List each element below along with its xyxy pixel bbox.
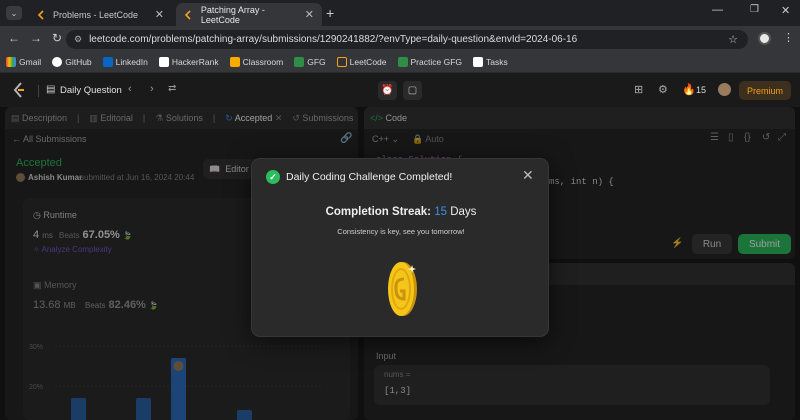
bookmark-github[interactable]: GitHub <box>52 57 92 67</box>
new-tab-button[interactable]: + <box>326 5 334 21</box>
site-info-icon[interactable]: ⚙ <box>74 34 82 45</box>
completion-modal: ✓ Daily Coding Challenge Completed! ✕ Co… <box>251 158 549 337</box>
bookmark-leetcode[interactable]: LeetCode <box>336 57 387 67</box>
streak-fire-icon[interactable]: 🔥 <box>682 83 696 96</box>
streak-value: 15 <box>434 206 448 218</box>
alarm-clock-icon[interactable]: ⏰ <box>378 81 397 100</box>
bookmark-linkedin[interactable]: LinkedIn <box>102 57 148 67</box>
bookmark-gmail[interactable]: Gmail <box>6 57 41 67</box>
forward-arrow-icon[interactable]: → <box>30 31 42 45</box>
streak-message: Consistency is key, see you tomorrow! <box>337 227 465 236</box>
user-avatar[interactable] <box>718 83 731 96</box>
premium-button[interactable]: Premium <box>739 81 791 100</box>
close-icon[interactable]: ✕ <box>522 167 534 184</box>
leetcode-header: ▤ Daily Question ‹ › ⇄ ⏰ ▢ ⊞ ⚙ 🔥 15 Prem… <box>0 75 800 107</box>
daily-question-label[interactable]: Daily Question <box>60 85 122 96</box>
layout-grid-icon[interactable]: ⊞ <box>634 83 643 96</box>
tab-search-button[interactable]: ⌄ <box>6 6 22 20</box>
close-tab-icon[interactable]: ✕ <box>155 8 164 21</box>
browser-tab-problems[interactable]: Problems - LeetCode ✕ <box>28 3 172 26</box>
gold-coin-icon <box>388 262 417 316</box>
leetcode-favicon-icon <box>184 9 195 20</box>
settings-gear-icon[interactable]: ⚙ <box>658 83 668 96</box>
divider <box>38 85 39 97</box>
leetcode-icon <box>336 57 347 67</box>
bookmark-classroom[interactable]: Classroom <box>229 57 283 67</box>
notes-icon[interactable]: ▢ <box>403 81 422 100</box>
next-problem-icon[interactable]: › <box>150 83 154 95</box>
tasks-icon <box>473 57 483 67</box>
restore-window-icon[interactable]: ❐ <box>750 4 759 15</box>
leetcode-favicon-icon <box>36 9 47 20</box>
close-tab-icon[interactable]: ✕ <box>305 8 314 21</box>
close-window-icon[interactable]: ✕ <box>781 4 790 17</box>
bookmark-hackerrank[interactable]: HackerRank <box>158 57 219 67</box>
github-icon <box>52 57 63 67</box>
profile-avatar[interactable] <box>758 32 771 45</box>
tab-label: Patching Array - LeetCode <box>200 4 265 25</box>
gfg-icon <box>294 57 305 67</box>
gmail-icon <box>6 57 16 67</box>
shuffle-icon[interactable]: ⇄ <box>168 83 176 94</box>
check-circle-icon: ✓ <box>266 170 280 184</box>
streak-unit: Days <box>450 206 477 218</box>
reload-icon[interactable]: ↻ <box>52 31 62 45</box>
bookmark-practice-gfg[interactable]: Practice GFG <box>397 57 462 67</box>
streak-line: Completion Streak: 15 Days <box>252 206 550 218</box>
address-bar-row: ← → ↻ ⚙ leetcode.com/problems/patching-a… <box>0 26 800 52</box>
minimize-window-icon[interactable]: — <box>712 4 723 16</box>
browser-menu-icon[interactable]: ⋮ <box>783 31 794 44</box>
url-text: leetcode.com/problems/patching-array/sub… <box>89 34 578 45</box>
modal-title: Daily Coding Challenge Completed! <box>286 171 453 183</box>
linkedin-icon <box>102 57 113 67</box>
tab-label: Problems - LeetCode <box>53 9 139 20</box>
bookmark-star-icon[interactable]: ☆ <box>728 33 738 46</box>
leetcode-logo-icon[interactable] <box>12 82 28 100</box>
classroom-icon <box>229 57 240 67</box>
bookmarks-bar: Gmail GitHub LinkedIn HackerRank Classro… <box>0 52 800 73</box>
back-arrow-icon[interactable]: ← <box>8 31 20 45</box>
url-bar[interactable]: ⚙ leetcode.com/problems/patching-array/s… <box>66 30 748 49</box>
browser-tab-strip: ⌄ Problems - LeetCode ✕ Patching Array -… <box>0 0 800 26</box>
prev-problem-icon[interactable]: ‹ <box>128 83 132 95</box>
streak-count: 15 <box>696 85 707 95</box>
bookmark-gfg[interactable]: GFG <box>294 57 326 67</box>
problem-list-icon[interactable]: ▤ <box>46 84 55 95</box>
gfg-icon <box>397 57 408 67</box>
hackerrank-icon <box>158 57 169 67</box>
bookmark-tasks[interactable]: Tasks <box>473 57 508 67</box>
browser-tab-patching-array[interactable]: Patching Array - LeetCode ✕ <box>176 3 322 26</box>
streak-label: Completion Streak: <box>325 206 432 218</box>
